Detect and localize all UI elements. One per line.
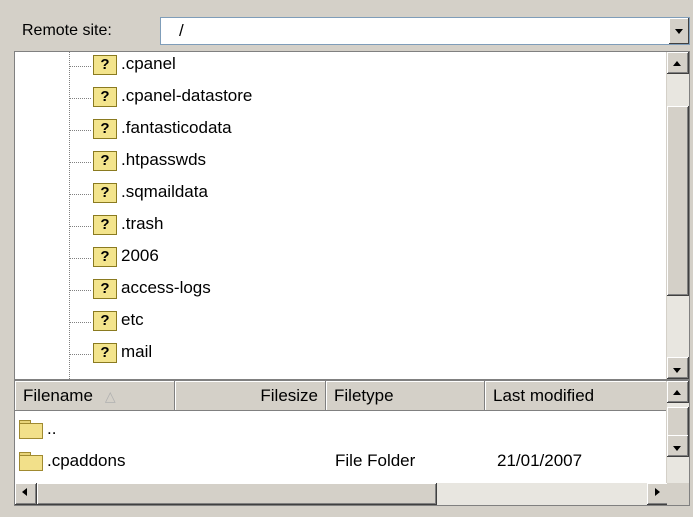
column-header-filetype[interactable]: Filetype bbox=[326, 381, 485, 411]
scroll-down-button[interactable] bbox=[667, 435, 689, 457]
tree-connector bbox=[69, 66, 91, 67]
remote-site-label: Remote site: bbox=[22, 22, 112, 39]
remote-site-path-combo[interactable]: / bbox=[160, 17, 690, 45]
file-row[interactable]: .cpaddons File Folder 21/01/2007 bbox=[15, 447, 669, 475]
tree-connector bbox=[69, 130, 91, 131]
column-header-filename[interactable]: Filename △ bbox=[15, 381, 175, 411]
scroll-up-button[interactable] bbox=[667, 52, 689, 74]
unknown-folder-icon: ? bbox=[93, 55, 117, 75]
tree-connector bbox=[69, 290, 91, 291]
tree-item-label: access-logs bbox=[121, 278, 211, 297]
folder-icon bbox=[19, 420, 43, 439]
remote-directory-tree[interactable]: ? .cpanel ? .cpanel-datastore ? .fantast… bbox=[14, 51, 690, 380]
scroll-thumb[interactable] bbox=[667, 106, 689, 296]
file-list-vertical-scrollbar[interactable] bbox=[666, 381, 689, 483]
tree-item-label: .cpanel bbox=[121, 54, 176, 73]
unknown-folder-icon: ? bbox=[93, 311, 117, 331]
file-list-header: Filename △ Filesize Filetype Last modifie… bbox=[15, 381, 669, 411]
file-type: File Folder bbox=[335, 451, 416, 470]
tree-item-label: etc bbox=[121, 310, 144, 329]
unknown-folder-icon: ? bbox=[93, 247, 117, 267]
path-dropdown-button[interactable] bbox=[668, 18, 689, 44]
tree-item-label: .htpasswds bbox=[121, 150, 207, 169]
scroll-down-button[interactable] bbox=[667, 357, 689, 379]
unknown-folder-icon: ? bbox=[93, 279, 117, 299]
remote-site-path-value[interactable]: / bbox=[179, 21, 184, 41]
tree-item-label: .trash bbox=[121, 214, 164, 233]
arrow-up-icon bbox=[673, 61, 681, 66]
tree-item-label: mail bbox=[121, 342, 153, 361]
unknown-folder-icon: ? bbox=[93, 87, 117, 107]
arrow-up-icon bbox=[673, 390, 681, 395]
file-list-horizontal-scrollbar[interactable] bbox=[15, 483, 669, 505]
column-header-last-modified[interactable]: Last modified bbox=[485, 381, 669, 411]
unknown-folder-icon: ? bbox=[93, 151, 117, 171]
unknown-folder-icon: ? bbox=[93, 183, 117, 203]
tree-connector bbox=[69, 322, 91, 323]
unknown-folder-icon: ? bbox=[93, 343, 117, 363]
tree-connector bbox=[69, 98, 91, 99]
file-name: .cpaddons bbox=[47, 451, 126, 470]
arrow-down-icon bbox=[673, 446, 681, 451]
column-header-label: Filetype bbox=[334, 386, 394, 405]
scrollbar-corner bbox=[667, 483, 689, 505]
scroll-left-button[interactable] bbox=[15, 483, 37, 505]
tree-connector bbox=[69, 194, 91, 195]
tree-connector bbox=[69, 354, 91, 355]
tree-item-label: .cpanel-datastore bbox=[121, 86, 253, 105]
chevron-down-icon bbox=[675, 29, 683, 34]
column-header-filesize[interactable]: Filesize bbox=[175, 381, 326, 411]
file-modified: 21/01/2007 bbox=[497, 451, 583, 470]
remote-site-pane: Remote site: / ? .cpanel ? .cpanel-datas… bbox=[10, 14, 693, 510]
tree-connector bbox=[69, 226, 91, 227]
arrow-down-icon bbox=[673, 368, 681, 373]
arrow-left-icon bbox=[22, 488, 27, 496]
tree-item-label: .fantasticodata bbox=[121, 118, 232, 137]
tree-connector bbox=[69, 162, 91, 163]
tree-item-label: 2006 bbox=[121, 246, 159, 265]
scroll-right-button[interactable] bbox=[647, 483, 669, 505]
file-row-parent[interactable]: .. bbox=[15, 415, 669, 443]
remote-file-list[interactable]: Filename △ Filesize Filetype Last modifie… bbox=[14, 380, 690, 506]
tree-connector bbox=[69, 258, 91, 259]
scroll-up-button[interactable] bbox=[667, 381, 689, 403]
horizontal-scroll-thumb[interactable] bbox=[37, 483, 437, 505]
file-name: .. bbox=[47, 419, 57, 438]
arrow-right-icon bbox=[655, 488, 660, 496]
unknown-folder-icon: ? bbox=[93, 215, 117, 235]
column-header-label: Last modified bbox=[493, 386, 595, 405]
tree-item-label: .sqmaildata bbox=[121, 182, 208, 201]
folder-icon bbox=[19, 452, 43, 471]
unknown-folder-icon: ? bbox=[93, 119, 117, 139]
column-header-label: Filesize bbox=[260, 386, 318, 405]
tree-vertical-scrollbar[interactable] bbox=[666, 52, 689, 379]
remote-site-bar: Remote site: / bbox=[10, 14, 693, 48]
sort-ascending-icon: △ bbox=[104, 388, 116, 404]
column-header-label: Filename bbox=[23, 386, 93, 405]
tree-connector-line bbox=[69, 52, 70, 379]
